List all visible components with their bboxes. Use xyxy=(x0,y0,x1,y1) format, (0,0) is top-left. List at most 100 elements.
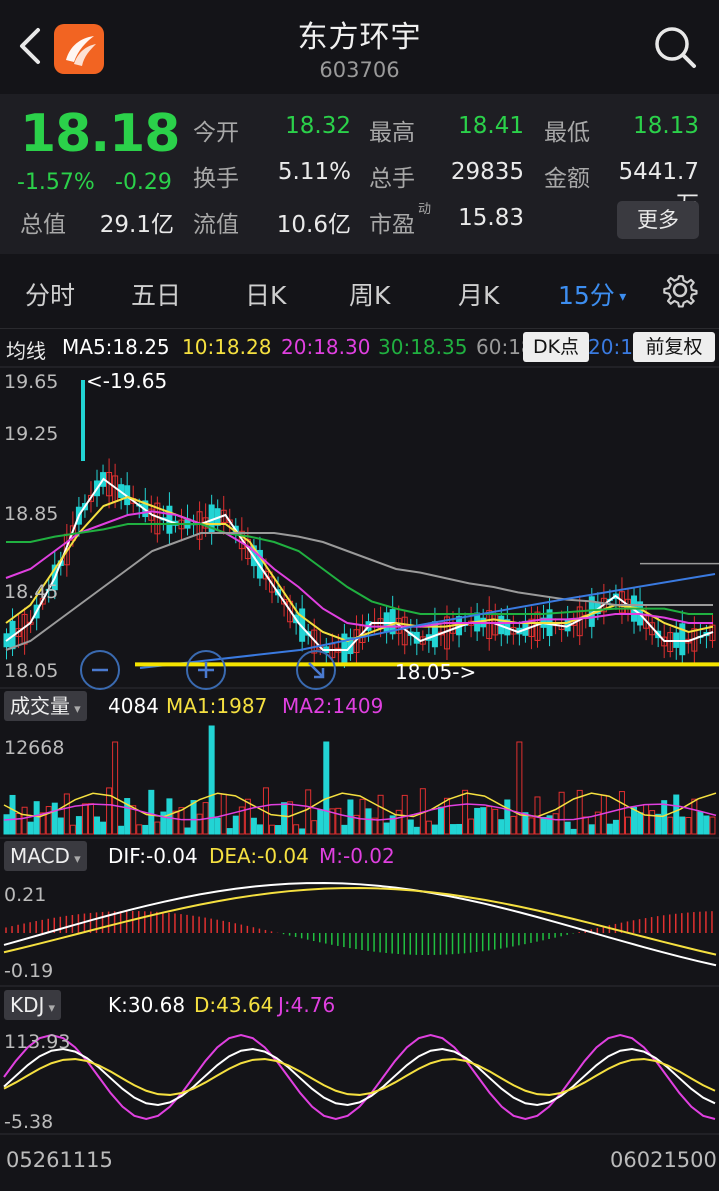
volume-bar xyxy=(293,824,300,835)
candle-body xyxy=(75,506,82,525)
tab-monthly-k[interactable]: 月K xyxy=(458,276,499,312)
volume-bar xyxy=(377,794,384,835)
candle-body xyxy=(546,609,553,637)
tab-weekly-k[interactable]: 周K xyxy=(349,276,390,312)
candle-body xyxy=(371,621,378,625)
candle-body xyxy=(528,618,535,638)
volume-bar xyxy=(492,808,499,835)
time-axis-end: 06021500 xyxy=(610,1148,717,1172)
candle-body xyxy=(697,635,704,638)
tab-five-day[interactable]: 五日 xyxy=(131,276,181,312)
candle-body xyxy=(618,591,625,614)
candle-body xyxy=(462,622,469,626)
volume-bar xyxy=(51,802,58,835)
candle-body xyxy=(21,613,28,645)
low-label: 最低 xyxy=(544,120,590,146)
volume-ma1-line xyxy=(3,792,717,818)
candle-body xyxy=(498,615,505,635)
volume-bar xyxy=(588,824,595,835)
dk-point-button[interactable]: DK点 xyxy=(523,332,589,362)
zoom-in-icon[interactable] xyxy=(186,650,226,690)
volume-bar xyxy=(486,806,493,835)
zoom-out-icon[interactable] xyxy=(80,650,120,690)
volume-bar xyxy=(528,817,535,835)
volume-value: 4084 xyxy=(108,694,159,718)
macd-dif: DIF:-0.04 xyxy=(108,844,198,868)
search-icon[interactable] xyxy=(650,22,700,72)
volume-y-top: 12668 xyxy=(4,737,65,759)
volume-bar xyxy=(631,806,638,835)
candle-body xyxy=(510,626,517,635)
volume-bar xyxy=(190,800,197,835)
candle-body xyxy=(624,598,631,614)
candle-body xyxy=(3,633,10,648)
tab-daily-k[interactable]: 日K xyxy=(245,276,286,312)
candle-body xyxy=(281,598,288,605)
volume-bar xyxy=(661,800,668,835)
kdj-y-top: 113.93 xyxy=(4,1031,71,1053)
volume-bar xyxy=(498,819,505,835)
float-value: 10.6亿 xyxy=(276,212,351,238)
gear-icon[interactable] xyxy=(662,272,698,308)
ma-legend: 均线 MA5:18.25 10:18.28 20:18.30 30:18.35 … xyxy=(0,331,719,363)
volume-ma2: MA2:1409 xyxy=(282,694,384,718)
dropdown-arrow-icon: ▾ xyxy=(44,1001,56,1016)
ma30-line xyxy=(6,523,713,615)
candle-body xyxy=(238,530,245,550)
volume-bar xyxy=(691,798,698,835)
volume-bar xyxy=(87,803,94,835)
more-button[interactable]: 更多 xyxy=(617,201,699,239)
kdj-indicator-select[interactable]: KDJ ▾ xyxy=(4,990,62,1020)
volume-bar xyxy=(184,827,191,835)
volume-bar xyxy=(510,815,517,835)
kdj-j-line xyxy=(3,1033,716,1121)
candle-body xyxy=(522,620,529,636)
volume-indicator-select[interactable]: 成交量 ▾ xyxy=(4,691,87,721)
expand-icon[interactable] xyxy=(296,650,336,690)
volume-bar xyxy=(287,801,294,835)
kline-chart xyxy=(0,366,719,669)
candle-body xyxy=(106,471,113,497)
candle-body xyxy=(214,508,221,526)
volume-bar xyxy=(600,794,607,835)
candle-body xyxy=(594,602,601,615)
volume-bar xyxy=(570,828,577,835)
candle-body xyxy=(87,494,94,502)
high-value: 18.41 xyxy=(458,113,524,139)
macd-m: M:-0.02 xyxy=(319,844,395,868)
volume-bar xyxy=(703,815,710,835)
volume-bar xyxy=(516,741,523,835)
volume-bar xyxy=(667,816,674,835)
candle-body xyxy=(166,505,173,534)
volume-bar xyxy=(425,820,432,835)
candle-body xyxy=(474,612,481,632)
candle-body xyxy=(703,631,710,637)
candle-body xyxy=(395,617,402,634)
candle-body xyxy=(172,520,179,526)
volume-ma2-line xyxy=(3,803,717,821)
candle-body xyxy=(709,624,716,642)
candle-body xyxy=(407,631,414,636)
candle-body xyxy=(431,621,438,648)
volume-bar xyxy=(238,806,245,835)
time-axis-start: 05261115 xyxy=(6,1148,113,1172)
candle-body xyxy=(667,632,674,652)
volume-bar xyxy=(9,794,16,835)
macd-indicator-select[interactable]: MACD ▾ xyxy=(4,841,87,871)
tab-15-minute[interactable]: 15分 ▾ xyxy=(558,276,626,312)
adjust-button[interactable]: 前复权 xyxy=(633,332,715,362)
volume-bar xyxy=(220,793,227,835)
candle-body xyxy=(112,475,119,503)
volume-bar xyxy=(546,815,553,835)
candle-body xyxy=(9,620,16,650)
current-price: 18.18 xyxy=(20,104,180,164)
candle-body xyxy=(232,525,239,534)
stock-code: 603706 xyxy=(319,58,400,82)
volume-bar xyxy=(39,812,46,835)
tab-intraday[interactable]: 分时 xyxy=(25,276,75,312)
candle-body xyxy=(450,624,457,634)
candle-body xyxy=(256,549,263,579)
ma30-value: 30:18.35 xyxy=(378,335,468,359)
candle-body xyxy=(268,576,275,593)
candle-body xyxy=(130,498,137,504)
